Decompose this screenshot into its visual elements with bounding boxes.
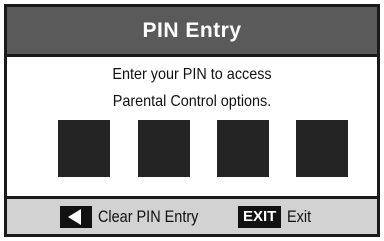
pin-digit-2[interactable] bbox=[138, 120, 190, 177]
dialog-title: PIN Entry bbox=[7, 7, 377, 57]
pin-digit-boxes bbox=[7, 120, 377, 180]
pin-digit-3[interactable] bbox=[217, 120, 269, 177]
pin-digit-4[interactable] bbox=[296, 120, 348, 177]
left-arrow-key-icon bbox=[60, 206, 92, 228]
prompt-line-1: Enter your PIN to access bbox=[112, 66, 272, 83]
exit-label: Exit bbox=[287, 207, 312, 226]
prompt-line-2: Parental Control options. bbox=[112, 93, 272, 110]
exit-key-icon: EXIT bbox=[238, 206, 282, 228]
clear-pin-entry-label: Clear PIN Entry bbox=[98, 207, 199, 226]
clear-pin-entry-button[interactable]: Clear PIN Entry bbox=[60, 204, 216, 230]
dialog-footer: Clear PIN Entry EXIT Exit bbox=[7, 196, 377, 234]
pin-entry-dialog: PIN Entry Enter your PIN to access Paren… bbox=[4, 4, 380, 237]
exit-button[interactable]: EXIT Exit bbox=[238, 204, 316, 230]
pin-digit-1[interactable] bbox=[58, 120, 110, 177]
